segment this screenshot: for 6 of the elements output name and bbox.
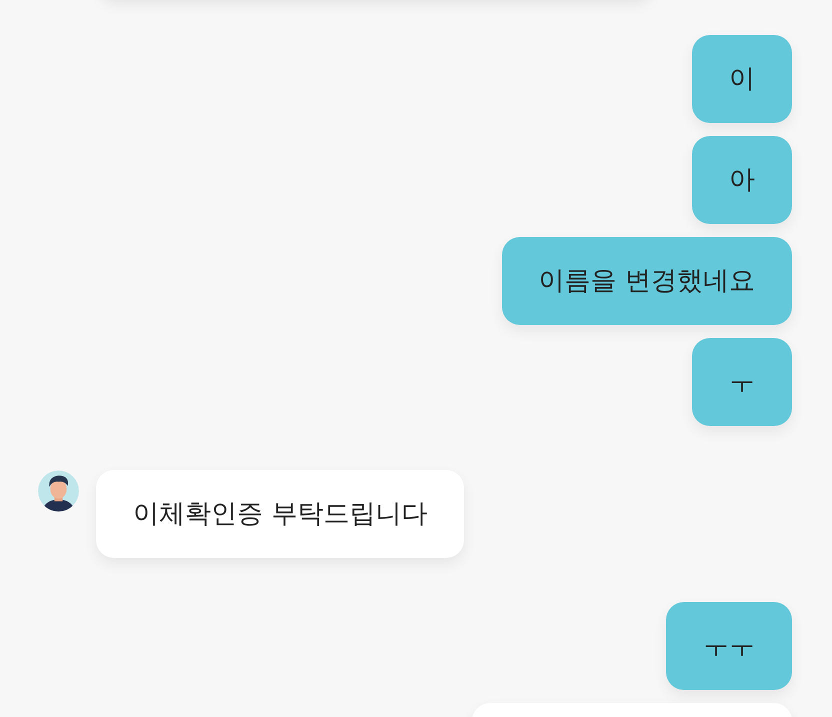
- message-bubble: 아: [692, 136, 792, 224]
- message-bubble: 이: [692, 35, 792, 123]
- message-bubble: 이체확인증 부탁드립니다: [96, 470, 464, 558]
- message-bubble: ㅜ: [692, 338, 792, 426]
- message-bubble: 이름을 변경했네요: [502, 237, 792, 325]
- message-bubble: ㅜㅜ: [666, 602, 792, 690]
